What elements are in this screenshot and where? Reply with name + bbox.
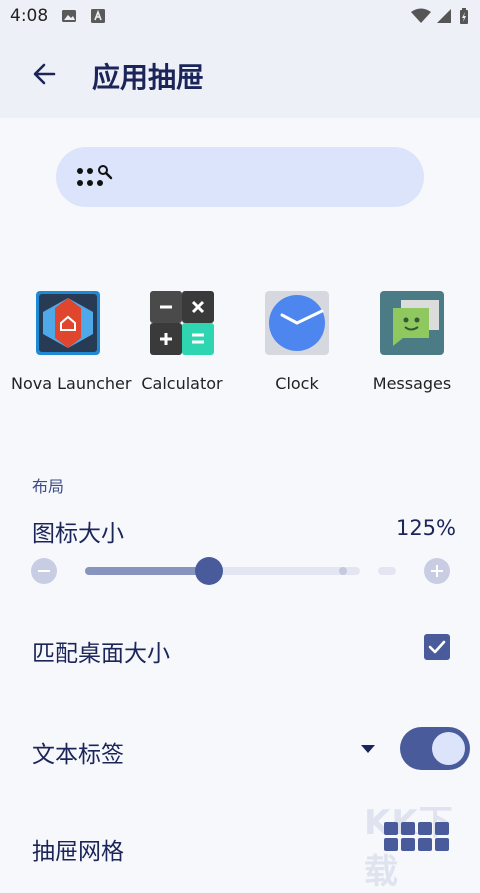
icon-size-slider-fill <box>85 567 209 575</box>
dropdown-arrow-icon[interactable] <box>361 745 375 753</box>
app-label: Messages <box>372 374 452 393</box>
app-nova-launcher[interactable]: Nova Launcher <box>11 290 132 393</box>
increase-icon-size-button[interactable] <box>424 558 450 584</box>
watermark: KK下载 <box>364 795 480 892</box>
match-desktop-label: 匹配桌面大小 <box>32 641 170 667</box>
switch-knob <box>432 732 465 765</box>
calculator-icon <box>150 291 214 355</box>
page-title: 应用抽屉 <box>92 61 205 94</box>
status-time: 4:08 <box>10 6 49 26</box>
clock-icon <box>265 291 329 355</box>
match-desktop-checkbox[interactable] <box>424 634 450 660</box>
decrease-icon-size-button[interactable] <box>31 558 57 584</box>
icon-size-value: 125% <box>395 516 456 540</box>
app-label: Nova Launcher <box>11 374 132 393</box>
dots-search-icon <box>77 165 113 186</box>
app-label: Calculator <box>141 374 223 393</box>
messages-icon <box>380 291 444 355</box>
app-clock[interactable]: Clock <box>240 290 354 393</box>
image-icon <box>62 10 76 22</box>
text-labels-label: 文本标签 <box>32 742 124 768</box>
arrow-left-icon[interactable] <box>28 56 64 92</box>
slider-track-end <box>378 567 396 575</box>
battery-icon <box>460 8 468 24</box>
nova-launcher-icon <box>36 291 100 355</box>
status-bar: 4:08 <box>0 0 480 34</box>
app-label: Clock <box>275 374 319 393</box>
text-labels-switch[interactable] <box>400 727 470 770</box>
wifi-icon <box>411 8 431 23</box>
watermark-grid-icon <box>384 822 449 851</box>
search-bar[interactable] <box>56 147 424 207</box>
slider-tick-mark <box>339 567 347 575</box>
checkmark-icon <box>428 640 446 654</box>
section-label-layout: 布局 <box>32 477 65 496</box>
app-bar: 应用抽屉 <box>0 34 480 118</box>
app-messages[interactable]: Messages <box>355 290 469 393</box>
a-icon <box>91 9 105 23</box>
app-calculator[interactable]: Calculator <box>125 290 239 393</box>
signal-icon <box>437 9 451 23</box>
icon-size-label: 图标大小 <box>32 521 124 547</box>
icon-size-slider-thumb[interactable] <box>194 557 223 585</box>
drawer-grid-label[interactable]: 抽屉网格 <box>32 832 124 866</box>
